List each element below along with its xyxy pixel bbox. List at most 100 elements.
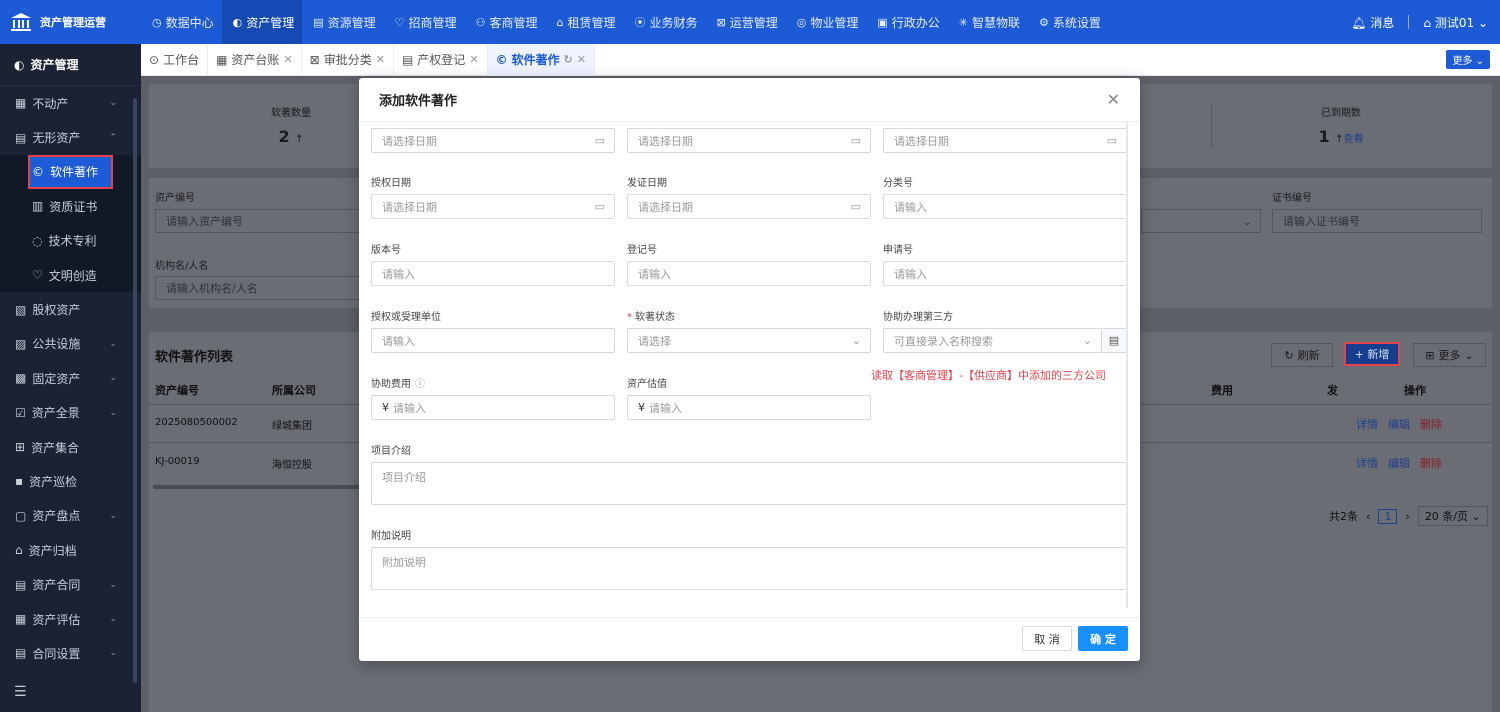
cancel-button[interactable]: 取 消 (1022, 626, 1072, 651)
top-menu-item[interactable]: ◐ 资产管理 (221, 0, 303, 44)
user-menu[interactable]: ⌂ 测试01 ⌄ (1423, 14, 1488, 31)
tab[interactable]: ⊠ 审批分类 ✕ (302, 43, 394, 76)
filter-select[interactable]: ⌄ (1141, 209, 1261, 233)
close-icon[interactable]: ✕ (1107, 90, 1120, 109)
tab[interactable]: ▦ 资产台账 ✕ (208, 43, 302, 76)
help-icon[interactable]: ⓘ (415, 379, 425, 390)
project-intro-textarea[interactable]: 项目介绍 (371, 462, 1127, 505)
col-ops: 操作 (1404, 384, 1426, 397)
status-select[interactable]: 请选择 ⌄ (627, 328, 871, 353)
sidebar-item[interactable]: ▤ 无形资产 ⌃ (0, 120, 141, 154)
dialog-scrollbar[interactable] (1126, 122, 1128, 608)
add-label: + 新增 (1354, 348, 1390, 361)
sidebar-item[interactable]: ▪ 资产巡检 (0, 464, 141, 498)
sidebar-item[interactable]: ▢ 资产盘点 ⌄ (0, 499, 141, 533)
reg-no-input[interactable]: 请输入 (627, 261, 871, 286)
sidebar-item[interactable]: ▧ 股权资产 (0, 292, 141, 326)
collapse-menu-icon[interactable]: ☰ (14, 684, 27, 700)
sidebar-subitem[interactable]: ◌ 技术专利 (0, 223, 141, 258)
close-icon[interactable]: ✕ (469, 53, 478, 66)
sidebar-item[interactable]: ▦ 不动产 ⌄ (0, 86, 141, 120)
total-count: 共2条 (1329, 510, 1358, 523)
list-more-button[interactable]: ⊞ 更多 ⌄ (1413, 343, 1486, 367)
issue-date-picker[interactable]: 请选择日期 ▭ (627, 194, 871, 219)
reload-icon[interactable]: ↻ (564, 53, 573, 66)
top-menu-item[interactable]: ⌂ 租赁管理 (545, 0, 623, 44)
sidebar-subitem[interactable]: ▥ 资质证书 (0, 189, 141, 224)
date-picker-2[interactable]: 请选择日期 ▭ (627, 128, 871, 153)
cert-label: 证书编号 (1272, 193, 1312, 204)
page-1[interactable]: 1 (1378, 508, 1398, 524)
category-no-input[interactable]: 请输入 (883, 194, 1127, 219)
top-menu-item[interactable]: ♡ 招商管理 (384, 0, 465, 44)
sidebar-item[interactable]: ⊞ 资产集合 (0, 430, 141, 464)
menu-icon: ♡ (394, 15, 405, 29)
clipboard-icon[interactable]: ▤ (1102, 328, 1127, 353)
bank-logo-icon (11, 13, 31, 31)
sidebar-subitem[interactable]: ♡ 文明创造 (0, 257, 141, 293)
extra-note-textarea[interactable]: 附加说明 (371, 547, 1127, 590)
top-menu-item[interactable]: ▣ 行政办公 (866, 0, 947, 44)
sidebar-item[interactable]: ⌂ 资产归档 (0, 533, 141, 567)
sidebar-item-label: 资产盘点 (32, 509, 81, 524)
row2-detail-link[interactable]: 详情 (1356, 457, 1378, 470)
top-menu-item[interactable]: ◷ 数据中心 (141, 0, 222, 44)
row1-detail-link[interactable]: 详情 (1356, 418, 1378, 431)
close-icon[interactable]: ✕ (577, 53, 586, 66)
assist-fee-input[interactable]: ¥ 请输入 (371, 395, 615, 420)
sidebar-item[interactable]: ▤ 合同设置 ⌄ (0, 636, 141, 670)
row2-edit-link[interactable]: 编辑 (1388, 457, 1410, 470)
valuation-input[interactable]: ¥ 请输入 (627, 395, 871, 420)
auth-date-picker[interactable]: 请选择日期 ▭ (371, 194, 615, 219)
next-page-icon[interactable]: › (1405, 510, 1409, 523)
calendar-icon: ▭ (850, 134, 861, 147)
top-menu-item[interactable]: ◎ 物业管理 (786, 0, 867, 44)
top-menu-item[interactable]: ⊠ 运营管理 (705, 0, 785, 44)
sidebar-subitem[interactable]: © 软件著作 (28, 154, 113, 190)
top-menu-item[interactable]: ⦿ 业务财务 (623, 0, 705, 44)
top-menu-item[interactable]: ⚙ 系统设置 (1028, 0, 1109, 44)
auth-unit-input[interactable]: 请输入 (371, 328, 615, 353)
stat-view-link[interactable]: 查看 (1344, 134, 1364, 145)
refresh-button[interactable]: ↻ 刷新 (1271, 343, 1333, 367)
add-button[interactable]: + 新增 (1344, 342, 1400, 366)
confirm-button[interactable]: 确 定 (1078, 626, 1128, 651)
date-picker-3[interactable]: 请选择日期 ▭ (883, 128, 1127, 153)
sidebar-item[interactable]: ▦ 资产评估 ⌄ (0, 602, 141, 636)
asset-no-input[interactable]: 请输入资产编号 (155, 209, 365, 233)
close-icon[interactable]: ✕ (376, 53, 385, 66)
sidebar-item[interactable]: ▨ 公共设施 ⌄ (0, 327, 141, 361)
tabs-more-button[interactable]: 更多 ⌄ (1446, 50, 1490, 69)
top-menu-item[interactable]: ⚇ 客商管理 (465, 0, 546, 44)
tab[interactable]: © 软件著作 ↻ ✕ (487, 43, 595, 76)
messages-link[interactable]: 🔔︎ 消息 (1351, 14, 1394, 31)
sidebar-item[interactable]: ▤ 资产合同 ⌄ (0, 567, 141, 601)
version-no-input[interactable]: 请输入 (371, 261, 615, 286)
sidebar-item-label: 资质证书 (49, 199, 98, 214)
chevron-icon: ⌄ (109, 373, 117, 384)
sidebar-item[interactable]: ▩ 固定资产 ⌄ (0, 361, 141, 395)
org-input[interactable]: 请输入机构名/人名 (155, 276, 365, 300)
calendar-icon: ▭ (594, 200, 605, 213)
table-hscrollbar[interactable] (153, 485, 363, 489)
tab[interactable]: ⊙ 工作台 (141, 43, 209, 76)
top-menu-item[interactable]: ▤ 资源管理 (302, 0, 383, 44)
page-size-select[interactable]: 20 条/页 ⌄ (1417, 506, 1488, 526)
sidebar-scrollbar[interactable] (133, 98, 137, 683)
close-icon[interactable]: ✕ (283, 53, 292, 66)
row1-delete-link[interactable]: 删除 (1420, 418, 1442, 431)
prev-page-icon[interactable]: ‹ (1366, 510, 1370, 523)
row1-asset-no: 2025080500002 (155, 417, 238, 428)
input-placeholder: 请输入 (894, 200, 927, 214)
row1-edit-link[interactable]: 编辑 (1388, 418, 1410, 431)
list-more-label: 更多 (1438, 349, 1461, 362)
date-picker-1[interactable]: 请选择日期 ▭ (371, 128, 615, 153)
row2-delete-link[interactable]: 删除 (1420, 457, 1442, 470)
third-party-select[interactable]: 可直接录入名称搜索 ⌄ (883, 328, 1102, 353)
apply-no-input[interactable]: 请输入 (883, 261, 1127, 286)
cert-input[interactable]: 请输入证书编号 (1272, 209, 1482, 233)
tab[interactable]: ▤ 产权登记 ✕ (394, 43, 488, 76)
brand[interactable]: 资产管理运营 (0, 0, 141, 44)
top-menu-item[interactable]: ✳ 智慧物联 (948, 0, 1028, 44)
sidebar-item[interactable]: ☑ 资产全景 ⌄ (0, 396, 141, 430)
